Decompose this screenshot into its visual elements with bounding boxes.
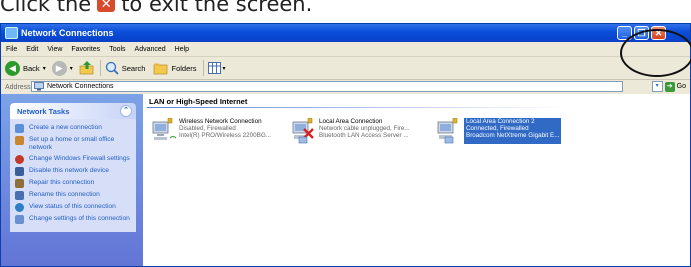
disable-device-icon [15,167,24,176]
back-label: Back [23,63,40,73]
window-title: Network Connections [21,28,114,38]
address-label: Address [5,83,31,91]
task-view-status[interactable]: View status of this connection [15,203,132,212]
address-value: Network Connections [47,83,114,90]
task-change-settings[interactable]: Change settings of this connection [15,215,132,224]
task-label: Set up a home or small office network [29,136,115,151]
task-label: Disable this network device [29,167,109,174]
connection-status: Network cable unplugged, Fire... [319,125,410,133]
task-label: Change settings of this connection [29,215,130,222]
menu-advanced[interactable]: Advanced [135,46,166,53]
back-button[interactable]: ◀ Back ▾ [5,60,46,76]
network-connections-window: Network Connections _ ❐ ✕ File Edit View… [0,23,691,267]
task-change-firewall[interactable]: Change Windows Firewall settings [15,155,132,164]
back-arrow-icon: ◀ [5,60,20,76]
connection-device: Bluetooth LAN Access Server ... [319,132,409,140]
task-disable-device[interactable]: Disable this network device [15,167,132,176]
caption-text-after: to exit the screen. [121,0,313,16]
connection-device: Intel(R) PRO/Wireless 2200BG... [179,132,272,140]
task-create-new-connection[interactable]: Create a new connection [15,124,132,133]
connection-name: Local Area Connection 2 [466,118,535,125]
connection-name: Local Area Connection [319,118,383,125]
caption-text-before: Click the [0,0,92,16]
task-label: Repair this connection [29,179,95,186]
task-rename-connection[interactable]: Rename this connection [15,191,132,200]
new-connection-icon [15,124,24,133]
address-dropdown-icon[interactable]: ▾ [651,81,663,92]
home-network-icon [15,136,24,145]
section-title: LAN or High-Speed Internet [149,97,248,106]
close-icon: ✕ [97,0,116,12]
title-bar: Network Connections _ ❐ ✕ [1,24,690,42]
search-button[interactable]: Search [105,61,146,75]
rename-icon [15,191,24,200]
address-bar: Address Network Connections ▾ ➔ Go [1,80,690,95]
local-area-connection-icon [292,118,314,144]
toolbar: ◀ Back ▾ ▶ ▾ Search Folders ▾ [1,57,690,80]
repair-icon [15,179,24,188]
forward-dropdown-icon[interactable]: ▾ [70,65,73,72]
menu-view[interactable]: View [47,46,62,53]
connection-status: Disabled, Firewalled [179,125,236,133]
local-area-connection-2-icon [437,118,458,144]
network-tasks-list: Create a new connection Set up a home or… [10,119,136,232]
connection-local-area[interactable]: Local Area Connection Network cable unpl… [291,118,410,144]
menu-help[interactable]: Help [175,46,189,53]
network-tasks-panel: Network Tasks ⌃ Create a new connection … [10,103,136,232]
menu-bar: File Edit View Favorites Tools Advanced … [1,42,690,73]
menu-file[interactable]: File [6,46,17,53]
task-repair-connection[interactable]: Repair this connection [15,179,132,188]
search-label: Search [121,63,146,73]
connections-content: LAN or High-Speed Internet Wireless Netw… [143,94,690,266]
connection-text: Wireless Network Connection Disabled, Fi… [179,118,271,144]
connection-text: Local Area Connection Network cable unpl… [319,118,410,144]
search-icon [105,61,119,75]
connection-name: Wireless Network Connection [179,118,262,125]
task-label: Change Windows Firewall settings [29,155,130,162]
menu-edit[interactable]: Edit [26,46,38,53]
forward-button[interactable]: ▶ ▾ [51,60,73,76]
task-label: Rename this connection [29,191,100,198]
folders-icon [154,63,168,74]
connection-text: Local Area Connection 2 Connected, Firew… [464,118,562,144]
menu-tools[interactable]: Tools [109,46,125,53]
go-button[interactable]: ▾ ➔ Go [651,81,686,92]
task-label: Create a new connection [29,124,102,131]
callout-circle [620,29,691,77]
firewall-icon [15,155,24,164]
network-tasks-title: Network Tasks [17,106,70,116]
address-field[interactable]: Network Connections [31,81,623,92]
views-button[interactable]: ▾ [207,62,226,74]
network-connections-app-icon [5,27,18,39]
folders-label: Folders [171,63,197,73]
task-setup-home-network[interactable]: Set up a home or small office network [15,136,132,152]
connection-wireless[interactable]: Wireless Network Connection Disabled, Fi… [151,118,271,144]
connection-device: Broadcom NetXtreme Gigabit E... [466,132,560,140]
collapse-chevron-icon[interactable]: ⌃ [120,105,132,117]
settings-icon [15,215,24,224]
section-divider [147,107,567,108]
menu-favorites[interactable]: Favorites [71,46,100,53]
instruction-caption: Click the ✕ to exit the screen. [0,0,312,18]
tasks-pane: Network Tasks ⌃ Create a new connection … [1,94,143,266]
go-arrow-icon: ➔ [664,81,675,92]
network-connections-icon [34,82,44,91]
network-tasks-header[interactable]: Network Tasks ⌃ [10,103,136,119]
connection-status: Connected, Firewalled [466,125,529,133]
back-dropdown-icon[interactable]: ▾ [43,65,46,72]
go-label: Go [676,83,686,90]
up-folder-button[interactable] [79,61,95,75]
views-dropdown-icon: ▾ [222,65,226,72]
forward-arrow-icon: ▶ [51,60,67,76]
up-folder-icon [79,61,94,75]
connection-local-area-2[interactable]: Local Area Connection 2 Connected, Firew… [436,118,562,144]
wireless-connection-icon [152,118,177,140]
folders-button[interactable]: Folders [153,62,197,75]
status-icon [15,203,24,212]
task-label: View status of this connection [29,203,116,210]
views-icon [207,62,221,74]
